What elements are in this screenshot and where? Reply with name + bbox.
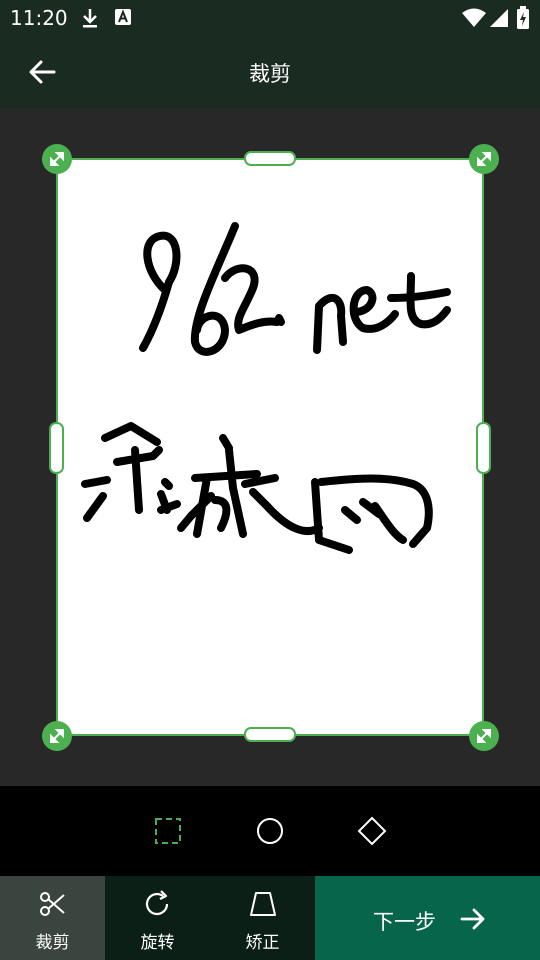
square-crop-button[interactable] [153,816,183,846]
tool-crop-label: 裁剪 [35,933,70,953]
scissors-icon [40,892,65,916]
circle-crop-button[interactable] [255,816,285,846]
keyboard-a-icon [115,9,131,25]
crop-handle-bottom[interactable] [244,727,296,742]
app-bar: 裁剪 [0,36,540,108]
diamond-crop-icon [357,816,387,846]
diamond-crop-button[interactable] [357,816,387,846]
crop-handle-bottom-right[interactable] [469,721,499,751]
resize-diagonal-icon [50,152,64,166]
perspective-icon [250,892,276,916]
crop-handle-top-right[interactable] [469,144,499,174]
square-crop-icon [155,818,181,844]
battery-icon [517,6,529,29]
tool-rotate[interactable]: 旋转 [105,876,210,960]
crop-shape-bar [0,786,540,876]
tool-crop[interactable]: 裁剪 [0,876,105,960]
wifi-icon [462,8,486,27]
crop-frame[interactable] [56,158,484,736]
download-icon [83,9,97,28]
resize-diagonal-icon [477,729,491,743]
crop-handle-top[interactable] [244,151,296,166]
crop-handle-bottom-left[interactable] [42,721,72,751]
tool-correct-label: 矫正 [245,933,280,953]
resize-diagonal-icon [477,152,491,166]
tool-correct[interactable]: 矫正 [210,876,315,960]
next-step-label: 下一步 [373,910,436,934]
next-step-button[interactable]: 下一步 [315,876,540,960]
status-time: 11:20 [10,6,68,30]
signal-icon [490,9,508,27]
rotate-icon [145,890,169,916]
arrow-right-icon [460,908,485,930]
circle-crop-icon [257,818,283,844]
crop-handle-left[interactable] [49,422,64,474]
bottom-toolbar: 裁剪 旋转 矫正 下一步 [0,876,540,960]
status-bar: 11:20 [0,0,540,36]
crop-handle-right[interactable] [476,422,491,474]
crop-handle-top-left[interactable] [42,144,72,174]
page-title: 裁剪 [249,62,291,86]
tool-rotate-label: 旋转 [140,933,175,953]
resize-diagonal-icon [50,729,64,743]
